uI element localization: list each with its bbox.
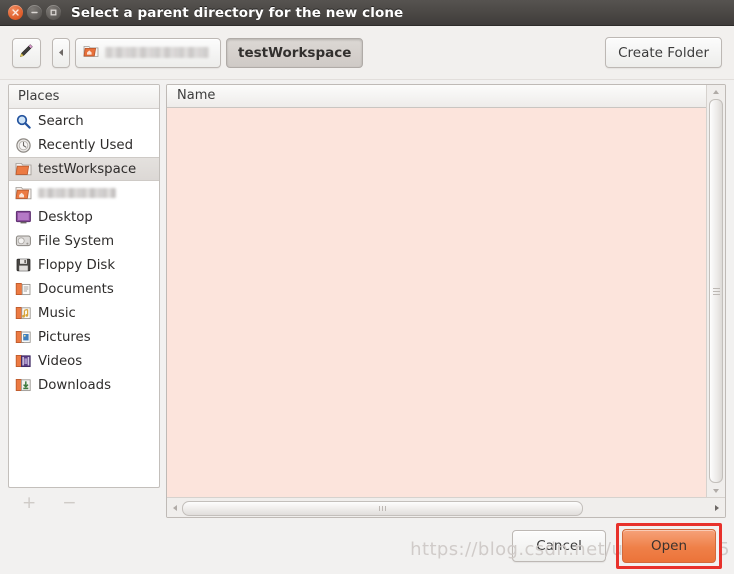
sidebar-item-label: Recently Used [38, 137, 134, 153]
create-folder-button[interactable]: Create Folder [605, 37, 722, 68]
recent-clock-icon [15, 137, 32, 154]
scroll-grip-icon [378, 506, 386, 511]
file-list-panel: Name [166, 84, 726, 518]
scroll-right-icon[interactable] [710, 504, 724, 512]
folder-icon [15, 161, 32, 178]
sidebar-item-label: testWorkspace [38, 161, 137, 177]
harddisk-icon [15, 233, 32, 250]
sidebar-item-label: Videos [38, 353, 83, 369]
breadcrumb-current-label: testWorkspace [238, 44, 352, 61]
sidebar-item-label-blurred [38, 188, 116, 198]
maximize-icon[interactable] [46, 5, 61, 20]
sidebar-item-label: Downloads [38, 377, 112, 393]
sidebar-item-home[interactable] [9, 181, 159, 205]
videos-folder-icon [15, 353, 32, 370]
sidebar-item-testworkspace[interactable]: testWorkspace [9, 157, 159, 181]
horizontal-scroll-track[interactable] [182, 501, 710, 516]
sidebar-item-search[interactable]: Search [9, 109, 159, 133]
dialog-footer: https://blog.csdn.net/u011832525 Cancel … [0, 518, 734, 574]
breadcrumb-home-label [105, 47, 209, 58]
sidebar-item-pictures[interactable]: Pictures [9, 325, 159, 349]
music-folder-icon [15, 305, 32, 322]
file-chooser-window: Select a parent directory for the new cl… [0, 0, 734, 574]
places-header: Places [9, 85, 159, 109]
open-button[interactable]: Open [621, 529, 716, 563]
breadcrumb-item-home[interactable] [75, 37, 221, 68]
sidebar-item-label: Desktop [38, 209, 93, 225]
scroll-down-icon[interactable] [712, 484, 720, 497]
sidebar-item-label: Floppy Disk [38, 257, 116, 273]
sidebar-item-label: Music [38, 305, 76, 321]
home-folder-icon [83, 43, 99, 62]
title-bar: Select a parent directory for the new cl… [0, 0, 734, 26]
places-footer: + − [8, 488, 160, 518]
file-list-empty-area[interactable] [167, 108, 706, 497]
documents-folder-icon [15, 281, 32, 298]
horizontal-scroll-thumb[interactable] [182, 501, 583, 516]
sidebar-item-desktop[interactable]: Desktop [9, 205, 159, 229]
search-icon [15, 113, 32, 130]
sidebar-item-downloads[interactable]: Downloads [9, 373, 159, 397]
minimize-icon[interactable] [27, 5, 42, 20]
window-title: Select a parent directory for the new cl… [71, 4, 404, 21]
remove-bookmark-button[interactable]: − [62, 494, 76, 512]
sidebar-item-label: Documents [38, 281, 114, 297]
sidebar-item-documents[interactable]: Documents [9, 277, 159, 301]
places-sidebar: Places Search Recently Used testWorkspac… [8, 84, 160, 518]
sidebar-item-file-system[interactable]: File System [9, 229, 159, 253]
home-folder-icon [15, 185, 32, 202]
floppy-icon [15, 257, 32, 274]
scroll-up-icon[interactable] [712, 85, 720, 98]
breadcrumb: testWorkspace [52, 37, 364, 68]
chevron-left-icon[interactable] [52, 37, 70, 68]
scroll-left-icon[interactable] [168, 504, 182, 512]
cancel-button[interactable]: Cancel [512, 530, 606, 562]
sidebar-item-label: Search [38, 113, 84, 129]
add-bookmark-button[interactable]: + [22, 494, 36, 512]
edit-location-button[interactable] [12, 37, 41, 68]
close-icon[interactable] [8, 5, 23, 20]
sidebar-item-videos[interactable]: Videos [9, 349, 159, 373]
desktop-icon [15, 209, 32, 226]
breadcrumb-item-testworkspace[interactable]: testWorkspace [226, 37, 364, 68]
dialog-body: Places Search Recently Used testWorkspac… [0, 80, 734, 518]
column-header-name[interactable]: Name [167, 85, 706, 108]
pictures-folder-icon [15, 329, 32, 346]
open-button-wrapper: Open [615, 523, 722, 569]
sidebar-item-label: Pictures [38, 329, 91, 345]
sidebar-item-recently-used[interactable]: Recently Used [9, 133, 159, 157]
window-controls [8, 5, 61, 20]
sidebar-item-label: File System [38, 233, 115, 249]
scroll-grip-icon [712, 287, 720, 295]
pencil-icon [18, 42, 35, 63]
file-list-column: Name [167, 85, 706, 497]
sidebar-item-floppy-disk[interactable]: Floppy Disk [9, 253, 159, 277]
downloads-folder-icon [15, 377, 32, 394]
vertical-scrollbar[interactable] [706, 85, 725, 497]
toolbar: testWorkspace Create Folder [0, 26, 734, 80]
sidebar-item-music[interactable]: Music [9, 301, 159, 325]
places-list: Places Search Recently Used testWorkspac… [8, 84, 160, 488]
file-list-row: Name [167, 85, 725, 497]
horizontal-scrollbar[interactable] [167, 497, 725, 517]
vertical-scroll-thumb[interactable] [709, 99, 723, 483]
